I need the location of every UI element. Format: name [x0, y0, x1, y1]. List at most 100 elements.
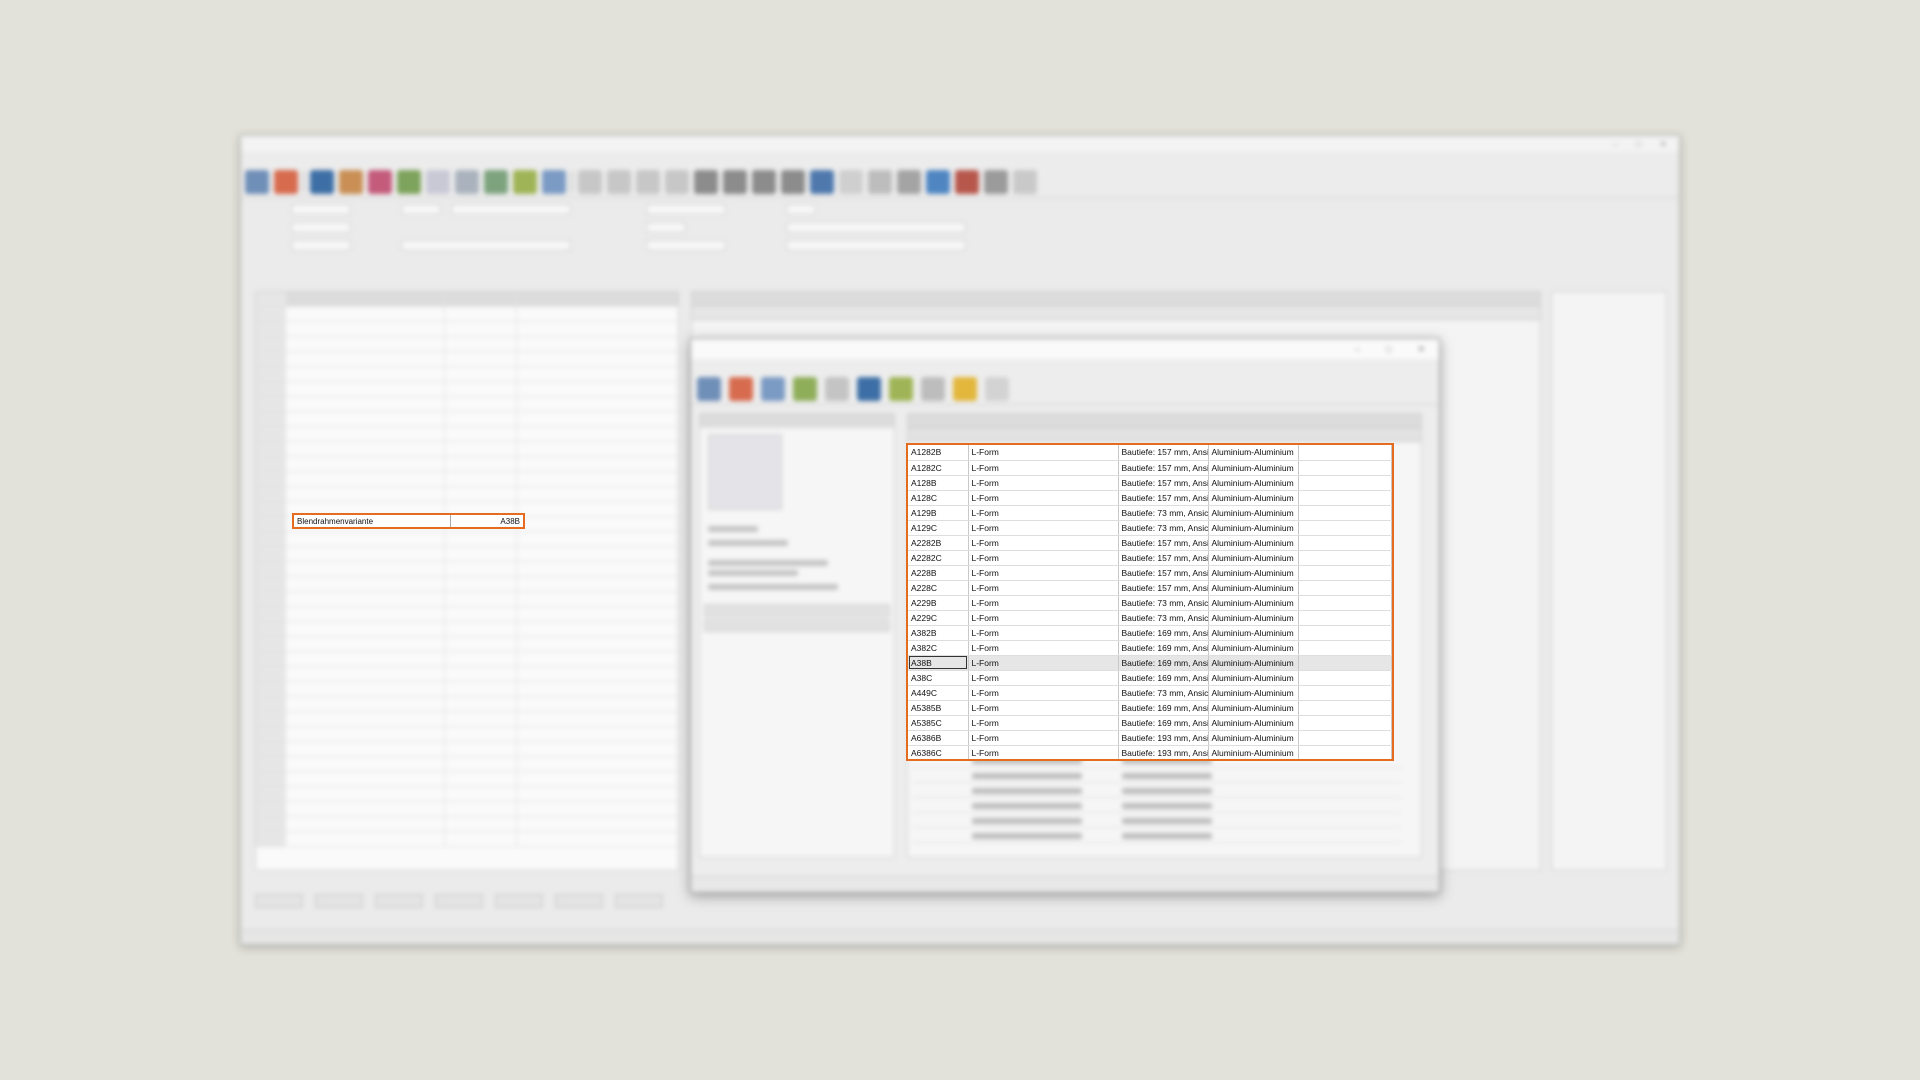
header-field[interactable]	[646, 222, 686, 233]
bezeichnung2-cell[interactable]: Bautiefe: 169 mm, Ansic	[1118, 670, 1209, 686]
grid-row[interactable]	[256, 622, 678, 637]
grid-row[interactable]	[256, 712, 678, 727]
bottom-button[interactable]	[435, 894, 483, 908]
blendrahmenvariante-value[interactable]: A38B	[450, 515, 523, 527]
bezeichnung3-cell[interactable]	[1298, 640, 1392, 656]
grid-row[interactable]	[256, 457, 678, 472]
profil-cell[interactable]: A128B	[908, 475, 969, 491]
sync-icon[interactable]	[926, 169, 950, 194]
print-icon[interactable]	[339, 169, 363, 194]
material-cell[interactable]: Aluminium-Aluminium	[1208, 475, 1299, 491]
nav-first-icon[interactable]	[578, 169, 602, 194]
table-row[interactable]: A2282B L-Form Bautiefe: 157 mm, Ansic Alumi…	[908, 535, 1392, 551]
bezeichnung-cell[interactable]: L-Form	[968, 655, 1119, 671]
grid-row[interactable]	[256, 832, 678, 847]
header-field[interactable]	[291, 240, 351, 251]
document-icon[interactable]	[426, 169, 450, 194]
grid-row[interactable]	[256, 592, 678, 607]
bezeichnung3-cell[interactable]	[1298, 595, 1392, 611]
table-row[interactable]: A2282C L-Form Bautiefe: 157 mm, Ansic Alumi…	[908, 550, 1392, 566]
header-field[interactable]	[451, 204, 571, 215]
table-row[interactable]: A449C L-Form Bautiefe: 73 mm, Ansic Alumini…	[908, 685, 1392, 701]
bottom-button[interactable]	[495, 894, 543, 908]
globe-icon[interactable]	[810, 169, 834, 194]
table-row[interactable]: A38B L-Form Bautiefe: 169 mm, Ansic Alumini…	[908, 655, 1392, 671]
bezeichnung3-cell[interactable]	[1298, 490, 1392, 506]
bezeichnung2-cell[interactable]: Bautiefe: 73 mm, Ansic	[1118, 595, 1209, 611]
grid-row[interactable]	[256, 472, 678, 487]
grid-row[interactable]	[256, 352, 678, 367]
bezeichnung3-cell[interactable]	[1298, 715, 1392, 731]
bezeichnung2-cell[interactable]: Bautiefe: 73 mm, Ansic	[1118, 610, 1209, 626]
profil-cell[interactable]: A229C	[908, 610, 969, 626]
bezeichnung3-cell[interactable]	[1298, 565, 1392, 581]
bezeichnung3-cell[interactable]	[1298, 460, 1392, 476]
header-field[interactable]	[401, 240, 571, 251]
grid-row[interactable]	[256, 637, 678, 652]
profil-cell[interactable]: A2282B	[908, 535, 969, 551]
table-row[interactable]: A228C L-Form Bautiefe: 157 mm, Ansic Alumin…	[908, 580, 1392, 596]
save-icon[interactable]	[310, 169, 334, 194]
bezeichnung-cell[interactable]: L-Form	[968, 565, 1119, 581]
bezeichnung2-cell[interactable]: Bautiefe: 157 mm, Ansic	[1118, 490, 1209, 506]
material-cell[interactable]: Aluminium-Aluminium	[1208, 460, 1299, 476]
profil-cell[interactable]: A382B	[908, 625, 969, 641]
material-cell[interactable]: Aluminium-Aluminium	[1208, 610, 1299, 626]
material-cell[interactable]: Aluminium-Aluminium	[1208, 595, 1299, 611]
tools-icon[interactable]	[984, 169, 1008, 194]
property-grid[interactable]	[255, 291, 679, 871]
material-cell[interactable]: Aluminium-Aluminium	[1208, 565, 1299, 581]
bezeichnung-cell[interactable]: L-Form	[968, 730, 1119, 746]
edit-icon[interactable]	[839, 169, 863, 194]
filter-icon[interactable]	[825, 376, 849, 401]
material-cell[interactable]: Aluminium-Aluminium	[1208, 625, 1299, 641]
grid-row[interactable]	[256, 547, 678, 562]
sort-section[interactable]	[704, 619, 890, 632]
nav-next-icon[interactable]	[636, 169, 660, 194]
bezeichnung2-cell[interactable]: Bautiefe: 73 mm, Ansic	[1118, 505, 1209, 521]
bezeichnung-cell[interactable]: L-Form	[968, 745, 1119, 759]
home-icon[interactable]	[245, 169, 269, 194]
grid-row[interactable]	[256, 697, 678, 712]
stop-icon[interactable]	[274, 169, 298, 194]
table-row[interactable]: A229C L-Form Bautiefe: 73 mm, Ansic Alumini…	[908, 610, 1392, 626]
header-field[interactable]	[786, 204, 816, 215]
chart-icon[interactable]	[955, 169, 979, 194]
undo-icon[interactable]	[868, 169, 892, 194]
bezeichnung2-cell[interactable]: Bautiefe: 169 mm, Ansic	[1118, 655, 1209, 671]
header-field[interactable]	[646, 240, 726, 251]
table-row[interactable]: A6386C L-Form Bautiefe: 193 mm, Ansic Alumi…	[908, 745, 1392, 759]
arrow-icon[interactable]	[513, 169, 537, 194]
nav-prev-icon[interactable]	[607, 169, 631, 194]
bezeichnung2-cell[interactable]: Bautiefe: 169 mm, Ansic	[1118, 715, 1209, 731]
bezeichnung2-cell[interactable]: Bautiefe: 193 mm, Ansic	[1118, 730, 1209, 746]
refresh-icon[interactable]	[397, 169, 421, 194]
bezeichnung2-cell[interactable]: Bautiefe: 157 mm, Ansic	[1118, 475, 1209, 491]
list-icon[interactable]	[455, 169, 479, 194]
bezeichnung-cell[interactable]: L-Form	[968, 685, 1119, 701]
bezeichnung2-cell[interactable]: Bautiefe: 157 mm, Ansic	[1118, 565, 1209, 581]
profil-cell[interactable]: A129C	[908, 520, 969, 536]
bezeichnung3-cell[interactable]	[1298, 685, 1392, 701]
bezeichnung2-cell[interactable]: Bautiefe: 169 mm, Ansic	[1118, 640, 1209, 656]
material-cell[interactable]: Aluminium-Aluminium	[1208, 715, 1299, 731]
bezeichnung2-cell[interactable]: Bautiefe: 73 mm, Ansic	[1118, 520, 1209, 536]
bezeichnung2-cell[interactable]: Bautiefe: 193 mm, Ansic	[1118, 745, 1209, 759]
section-tabs[interactable]	[241, 258, 1679, 276]
table-row[interactable]: A6386B L-Form Bautiefe: 193 mm, Ansic Alumi…	[908, 730, 1392, 746]
profil-cell[interactable]: A38B	[908, 655, 969, 671]
bezeichnung2-cell[interactable]: Bautiefe: 157 mm, Ansic	[1118, 550, 1209, 566]
header-field[interactable]	[291, 204, 351, 215]
search-section[interactable]	[704, 604, 890, 617]
grid-row[interactable]	[256, 412, 678, 427]
bottom-button[interactable]	[615, 894, 663, 908]
bezeichnung-cell[interactable]: L-Form	[968, 505, 1119, 521]
edit-icon[interactable]	[921, 376, 945, 401]
arrow-icon[interactable]	[889, 376, 913, 401]
bezeichnung-cell[interactable]: L-Form	[968, 595, 1119, 611]
bezeichnung3-cell[interactable]	[1298, 505, 1392, 521]
grid-row[interactable]	[256, 802, 678, 817]
grid-row[interactable]	[256, 487, 678, 502]
profil-cell[interactable]: A1282B	[908, 445, 969, 461]
grid-icon[interactable]	[781, 169, 805, 194]
